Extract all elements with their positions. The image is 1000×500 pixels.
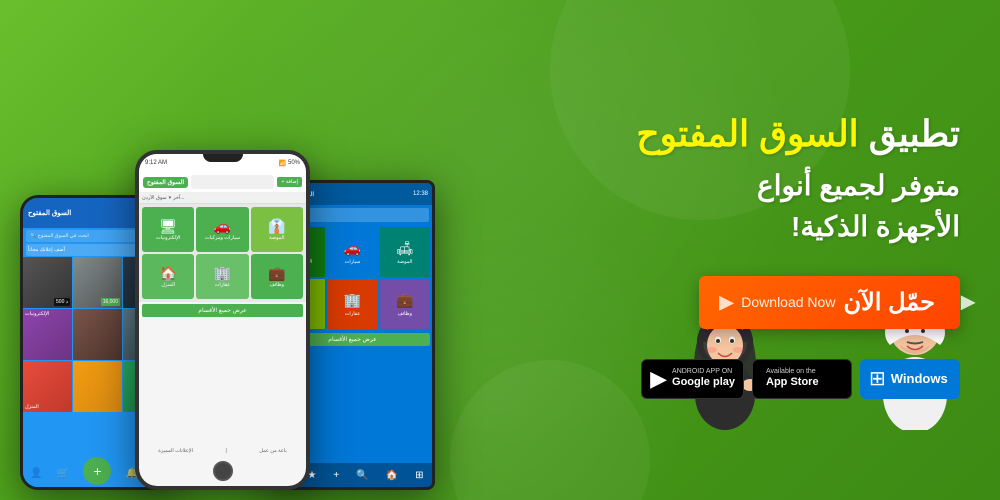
main-banner: السوق المفتوح 🔔 🔍 ابحث في السوق المفتوح …	[0, 0, 1000, 500]
main-title-line2: متوفر لجميع أنواع	[636, 168, 960, 204]
ios-phone: 9:12 AM 📶 50% السوق المفتوح + إضافة سوق …	[135, 150, 310, 490]
windows-badge[interactable]: ⊞ Windows	[860, 359, 960, 399]
deco-circle-2	[450, 360, 650, 500]
download-button-wrapper[interactable]: حمّل الآن Download Now ▶	[699, 276, 960, 344]
google-play-large-text: Google play	[672, 376, 735, 389]
app-store-small-text: Available on the	[766, 368, 819, 376]
download-arabic-label: حمّل الآن	[843, 288, 935, 317]
google-play-small-text: ANDROID APP ON	[672, 368, 735, 376]
windows-icon: ⊞	[869, 366, 886, 391]
download-english-label: Download Now	[741, 294, 835, 310]
google-play-icon: ▶	[650, 366, 667, 392]
download-now-button[interactable]: حمّل الآن Download Now ▶	[699, 276, 960, 329]
main-title-line3: الأجهزة الذكية!	[636, 209, 960, 245]
store-badges-container: ▶ ANDROID APP ON Google play Available o…	[641, 359, 960, 399]
main-title-line1: تطبيق السوق المفتوح	[636, 111, 960, 158]
windows-large-text: Windows	[891, 371, 948, 387]
app-store-badge[interactable]: Available on the App Store	[752, 359, 852, 399]
phones-section: السوق المفتوح 🔔 🔍 ابحث في السوق المفتوح …	[0, 0, 460, 500]
google-play-badge[interactable]: ▶ ANDROID APP ON Google play	[641, 359, 744, 399]
content-section: تطبيق السوق المفتوح متوفر لجميع أنواع ال…	[500, 0, 1000, 500]
app-store-large-text: App Store	[766, 376, 819, 389]
